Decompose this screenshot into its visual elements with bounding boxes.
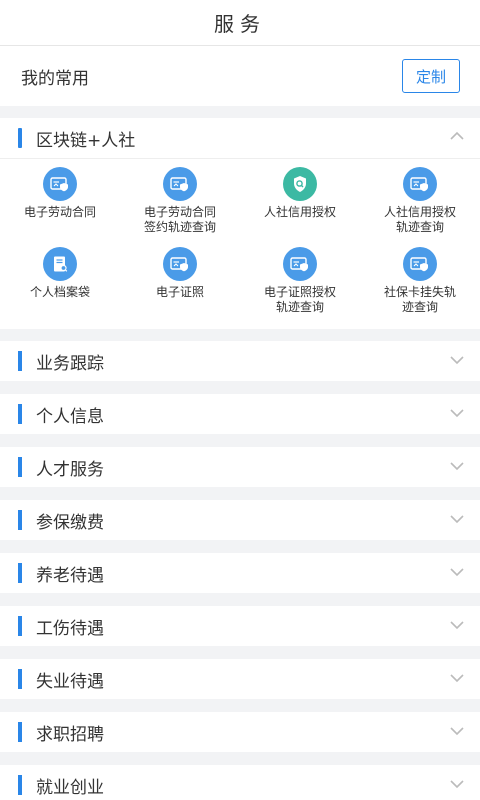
category-row[interactable]: 人才服务 — [0, 447, 480, 487]
category-row[interactable]: 个人信息 — [0, 394, 480, 434]
service-item[interactable]: 社保卡挂失轨 迹查询 — [360, 247, 480, 327]
blockchain-section: 区块链+人社 电子劳动合同 电子劳动合同 签约轨迹查询 人社信用授权 人社信用授权 轨… — [0, 118, 480, 329]
chevron-down-icon[interactable] — [450, 620, 464, 630]
category-title: 失业待遇 — [36, 671, 104, 692]
file-search-icon — [43, 247, 77, 281]
service-item[interactable]: 个人档案袋 — [0, 247, 120, 327]
category-list: 业务跟踪个人信息人才服务参保缴费养老待遇工伤待遇失业待遇求职招聘就业创业 — [0, 341, 480, 800]
service-item-label: 电子证照 — [155, 285, 204, 299]
service-item-label: 电子证照授权 轨迹查询 — [263, 285, 336, 314]
category-row[interactable]: 工伤待遇 — [0, 606, 480, 646]
chevron-down-icon[interactable] — [450, 673, 464, 683]
id-card-shield-icon — [163, 167, 197, 201]
service-item[interactable]: 人社信用授权 — [240, 167, 360, 247]
service-item-label: 个人档案袋 — [29, 285, 90, 299]
category-title: 业务跟踪 — [36, 353, 104, 374]
section-accent-bar — [18, 722, 22, 742]
service-item-label: 社保卡挂失轨 迹查询 — [383, 285, 456, 314]
section-accent-bar — [18, 128, 22, 148]
category-title: 个人信息 — [36, 406, 104, 427]
blockchain-section-header[interactable]: 区块链+人社 — [0, 118, 480, 158]
id-card-shield-icon — [403, 247, 437, 281]
service-item-label: 电子劳动合同 — [23, 205, 96, 219]
customize-button[interactable]: 定制 — [402, 59, 460, 93]
category-title: 参保缴费 — [36, 512, 104, 533]
chevron-down-icon[interactable] — [450, 408, 464, 418]
category-row[interactable]: 业务跟踪 — [0, 341, 480, 381]
id-card-shield-icon — [163, 247, 197, 281]
category-title: 求职招聘 — [36, 724, 104, 745]
favorites-label: 我的常用 — [21, 68, 89, 89]
id-card-shield-icon — [43, 167, 77, 201]
section-accent-bar — [18, 510, 22, 530]
section-accent-bar — [18, 616, 22, 636]
service-item-label: 电子劳动合同 签约轨迹查询 — [143, 205, 216, 234]
chevron-down-icon[interactable] — [450, 461, 464, 471]
category-title: 工伤待遇 — [36, 618, 104, 639]
service-grid: 电子劳动合同 电子劳动合同 签约轨迹查询 人社信用授权 人社信用授权 轨迹查询个人档案… — [0, 167, 480, 327]
service-item[interactable]: 电子证照 — [120, 247, 240, 327]
chevron-down-icon[interactable] — [450, 355, 464, 365]
service-item-label: 人社信用授权 轨迹查询 — [383, 205, 456, 234]
section-accent-bar — [18, 404, 22, 424]
chevron-down-icon[interactable] — [450, 514, 464, 524]
id-card-shield-icon — [283, 247, 317, 281]
service-item[interactable]: 电子证照授权 轨迹查询 — [240, 247, 360, 327]
category-title: 养老待遇 — [36, 565, 104, 586]
page-title: 服务 — [0, 0, 480, 46]
section-accent-bar — [18, 351, 22, 371]
section-accent-bar — [18, 457, 22, 477]
section-accent-bar — [18, 669, 22, 689]
service-item[interactable]: 人社信用授权 轨迹查询 — [360, 167, 480, 247]
chevron-down-icon[interactable] — [450, 779, 464, 789]
service-item[interactable]: 电子劳动合同 — [0, 167, 120, 247]
section-accent-bar — [18, 775, 22, 795]
category-title: 人才服务 — [36, 459, 104, 480]
category-row[interactable]: 求职招聘 — [0, 712, 480, 752]
category-title: 就业创业 — [36, 777, 104, 798]
category-row[interactable]: 就业创业 — [0, 765, 480, 800]
chevron-up-icon[interactable] — [450, 131, 464, 141]
service-item[interactable]: 电子劳动合同 签约轨迹查询 — [120, 167, 240, 247]
chevron-down-icon[interactable] — [450, 726, 464, 736]
shield-search-icon — [283, 167, 317, 201]
chevron-down-icon[interactable] — [450, 567, 464, 577]
id-card-shield-icon — [403, 167, 437, 201]
category-row[interactable]: 养老待遇 — [0, 553, 480, 593]
section-accent-bar — [18, 563, 22, 583]
category-row[interactable]: 失业待遇 — [0, 659, 480, 699]
section-title: 区块链+人社 — [36, 130, 136, 151]
category-row[interactable]: 参保缴费 — [0, 500, 480, 540]
service-item-label: 人社信用授权 — [263, 205, 336, 219]
favorites-bar: 我的常用 定制 — [0, 46, 480, 106]
